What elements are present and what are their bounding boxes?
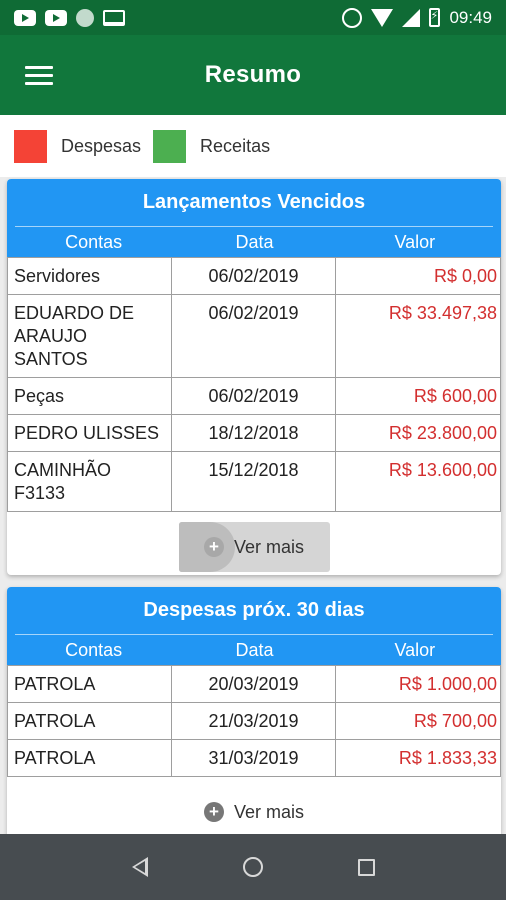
account-cell: PATROLA bbox=[7, 702, 172, 740]
column-header-valor: Valor bbox=[394, 231, 436, 252]
value-cell: R$ 1.000,00 bbox=[335, 665, 501, 703]
app-bar: Resumo bbox=[0, 35, 506, 115]
legend-label-despesas: Despesas bbox=[61, 135, 142, 156]
signal-icon bbox=[402, 8, 421, 27]
status-bar: 09:49 bbox=[0, 0, 506, 35]
account-cell: CAMINHÃO F3133 bbox=[7, 451, 172, 512]
date-cell: 06/02/2019 bbox=[170, 377, 337, 415]
legend: Despesas Receitas bbox=[0, 115, 506, 177]
upcoming-table: PATROLA 20/03/2019 R$ 1.000,00 PATROLA 2… bbox=[7, 665, 501, 777]
column-header-contas: Contas bbox=[65, 231, 123, 252]
date-cell: 06/02/2019 bbox=[170, 257, 337, 295]
date-cell: 06/02/2019 bbox=[170, 294, 337, 378]
table-row[interactable]: PATROLA 20/03/2019 R$ 1.000,00 bbox=[7, 665, 501, 703]
upcoming-column-headers: Contas Data Valor bbox=[13, 635, 495, 665]
date-cell: 21/03/2019 bbox=[170, 702, 337, 740]
account-cell: Servidores bbox=[7, 257, 172, 295]
value-cell: R$ 600,00 bbox=[335, 377, 501, 415]
table-row[interactable]: PATROLA 21/03/2019 R$ 700,00 bbox=[7, 702, 501, 740]
column-header-valor: Valor bbox=[394, 639, 436, 660]
date-cell: 31/03/2019 bbox=[170, 739, 337, 777]
legend-swatch-receitas bbox=[153, 129, 187, 163]
value-cell: R$ 13.600,00 bbox=[335, 451, 501, 512]
overdue-table: Servidores 06/02/2019 R$ 0,00 EDUARDO DE… bbox=[7, 257, 501, 512]
date-cell: 20/03/2019 bbox=[170, 665, 337, 703]
plus-circle-icon: + bbox=[203, 802, 224, 822]
account-cell: PATROLA bbox=[7, 739, 172, 777]
date-cell: 18/12/2018 bbox=[170, 414, 337, 452]
overdue-card: Lançamentos Vencidos Contas Data Valor S… bbox=[7, 179, 501, 575]
account-cell: EDUARDO DE ARAUJO SANTOS bbox=[7, 294, 172, 378]
column-header-data: Data bbox=[235, 231, 274, 252]
see-more-label: Ver mais bbox=[233, 801, 305, 822]
alarm-icon bbox=[342, 7, 363, 28]
value-cell: R$ 700,00 bbox=[335, 702, 501, 740]
home-icon[interactable] bbox=[242, 857, 263, 877]
upcoming-card: Despesas próx. 30 dias Contas Data Valor… bbox=[7, 587, 501, 847]
table-row[interactable]: Servidores 06/02/2019 R$ 0,00 bbox=[7, 257, 501, 295]
table-row[interactable]: PATROLA 31/03/2019 R$ 1.833,33 bbox=[7, 739, 501, 777]
value-cell: R$ 0,00 bbox=[335, 257, 501, 295]
value-cell: R$ 23.800,00 bbox=[335, 414, 501, 452]
upcoming-header: Despesas próx. 30 dias Contas Data Valor bbox=[7, 587, 501, 665]
column-header-contas: Contas bbox=[65, 639, 123, 660]
column-header-data: Data bbox=[235, 639, 274, 660]
youtube-icon bbox=[45, 9, 67, 26]
overdue-column-headers: Contas Data Valor bbox=[13, 227, 495, 257]
menu-icon[interactable] bbox=[25, 66, 53, 86]
see-more-label: Ver mais bbox=[233, 536, 305, 557]
account-cell: Peças bbox=[7, 377, 172, 415]
upcoming-title: Despesas próx. 30 dias bbox=[15, 587, 493, 635]
overdue-see-more-button[interactable]: + Ver mais bbox=[178, 522, 330, 572]
table-row[interactable]: Peças 06/02/2019 R$ 600,00 bbox=[7, 377, 501, 415]
date-cell: 15/12/2018 bbox=[170, 451, 337, 512]
legend-swatch-despesas bbox=[14, 129, 47, 163]
circle-icon bbox=[76, 8, 94, 27]
recent-apps-icon[interactable] bbox=[357, 858, 375, 876]
back-icon[interactable] bbox=[131, 857, 148, 877]
battery-charging-icon bbox=[429, 8, 441, 27]
laptop-icon bbox=[103, 9, 125, 26]
value-cell: R$ 33.497,38 bbox=[335, 294, 501, 378]
account-cell: PEDRO ULISSES bbox=[7, 414, 172, 452]
youtube-icon bbox=[14, 9, 36, 26]
plus-circle-icon: + bbox=[203, 537, 224, 557]
upcoming-see-more-button[interactable]: + Ver mais bbox=[7, 797, 501, 827]
account-cell: PATROLA bbox=[7, 665, 172, 703]
page-title: Resumo bbox=[204, 61, 302, 88]
system-nav-bar bbox=[0, 834, 506, 900]
overdue-header: Lançamentos Vencidos Contas Data Valor bbox=[7, 179, 501, 257]
table-row[interactable]: PEDRO ULISSES 18/12/2018 R$ 23.800,00 bbox=[7, 414, 501, 452]
legend-label-receitas: Receitas bbox=[200, 135, 271, 156]
overdue-title: Lançamentos Vencidos bbox=[15, 179, 493, 227]
status-time: 09:49 bbox=[449, 7, 492, 27]
table-row[interactable]: EDUARDO DE ARAUJO SANTOS 06/02/2019 R$ 3… bbox=[7, 294, 501, 378]
value-cell: R$ 1.833,33 bbox=[335, 739, 501, 777]
wifi-icon bbox=[371, 8, 394, 27]
table-row[interactable]: CAMINHÃO F3133 15/12/2018 R$ 13.600,00 bbox=[7, 451, 501, 512]
